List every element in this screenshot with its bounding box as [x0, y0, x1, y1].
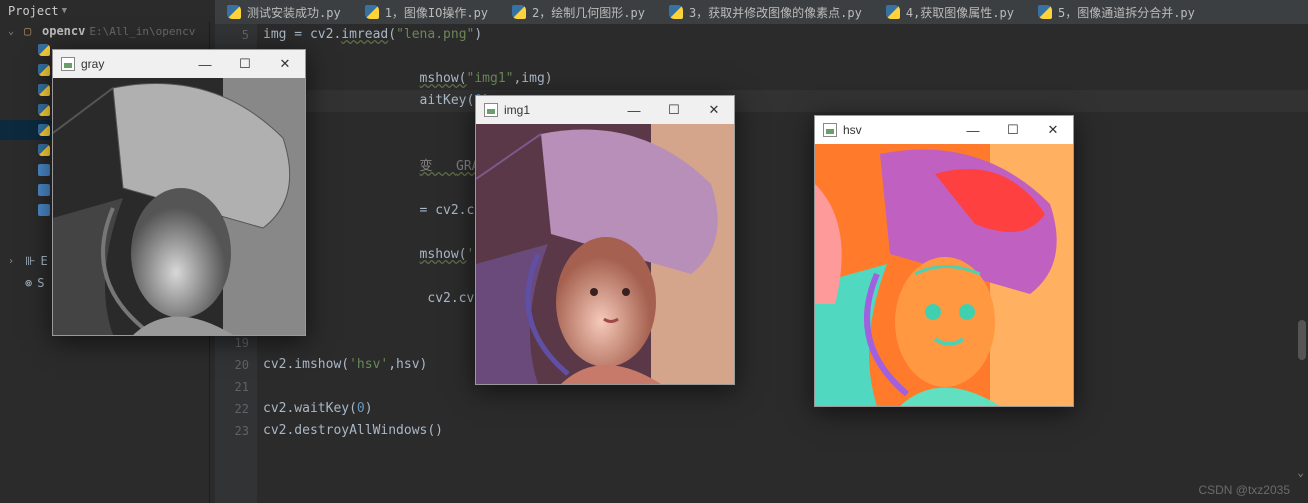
- code-line: [263, 266, 1308, 288]
- sidebar-folder-opencv[interactable]: ⌄ ▢ opencv E:\All_in\opencv: [0, 22, 209, 40]
- tab-label: 1，图像IO操作.py: [385, 4, 488, 21]
- code-line: mshow('gray',gray): [263, 244, 1308, 266]
- image-canvas-gray: [53, 78, 305, 335]
- python-icon: [38, 124, 50, 136]
- tab-label: 5，图像通道拆分合并.py: [1058, 4, 1195, 21]
- line-number: 21: [215, 376, 249, 398]
- code-line: mshow("img1",img): [263, 68, 1308, 90]
- scratch-icon: ⊚: [25, 276, 32, 290]
- python-icon: [886, 5, 900, 19]
- chevron-right-icon: ›: [8, 256, 20, 267]
- line-number: 23: [215, 420, 249, 442]
- code-line: cv2.cvtColor(img,cv2: [263, 288, 1308, 310]
- folder-name: opencv: [42, 24, 85, 38]
- maximize-button[interactable]: ☐: [654, 96, 694, 124]
- app-icon: [61, 57, 75, 71]
- code-line: cv2.imshow('hsv',hsv): [263, 354, 1308, 376]
- tab-image-props[interactable]: 4,获取图像属性.py: [874, 1, 1026, 24]
- editor-tabs: 测试安装成功.py 1，图像IO操作.py 2，绘制几何图形.py 3，获取并修…: [215, 0, 1308, 24]
- close-button[interactable]: ✕: [694, 96, 734, 124]
- tab-draw-shapes[interactable]: 2，绘制几何图形.py: [500, 1, 657, 24]
- window-titlebar[interactable]: gray — ☐ ✕: [53, 50, 305, 78]
- minimize-button[interactable]: —: [614, 96, 654, 124]
- tab-pixel-access[interactable]: 3，获取并修改图像的像素点.py: [657, 1, 874, 24]
- code-line: cv2.destroyAllWindows(): [263, 420, 1308, 442]
- tab-label: 4,获取图像属性.py: [906, 4, 1014, 21]
- code-line: [263, 222, 1308, 244]
- code-line: [263, 376, 1308, 398]
- project-menu[interactable]: Project ▼: [0, 2, 75, 20]
- file-icon: [38, 204, 50, 216]
- line-number: 20: [215, 354, 249, 376]
- code-line: [263, 178, 1308, 200]
- chevron-down-icon: ▼: [62, 6, 67, 16]
- code-editor[interactable]: 5 19 20 21 22 23 img = cv2.imread("lena.…: [215, 24, 1308, 503]
- code-line: aitKey(0): [263, 90, 1308, 112]
- window-title: img1: [504, 103, 530, 117]
- close-button[interactable]: ✕: [1033, 116, 1073, 144]
- ext-label: E: [40, 254, 47, 268]
- code-line: = cv2.cvtColor(img,cv: [263, 200, 1308, 222]
- python-icon: [365, 5, 379, 19]
- code-line: [263, 134, 1308, 156]
- window-title: hsv: [843, 123, 862, 137]
- tab-channel-split[interactable]: 5，图像通道拆分合并.py: [1026, 1, 1207, 24]
- python-icon: [669, 5, 683, 19]
- window-controls: — ☐ ✕: [614, 96, 734, 124]
- app-icon: [823, 123, 837, 137]
- code-content[interactable]: img = cv2.imread("lena.png") mshow("img1…: [263, 24, 1308, 442]
- code-line: cv2.waitKey(0): [263, 398, 1308, 420]
- image-canvas-img1: [476, 124, 734, 384]
- project-menu-label: Project: [8, 4, 59, 18]
- tab-label: 3，获取并修改图像的像素点.py: [689, 4, 862, 21]
- folder-path: E:\All_in\opencv: [89, 25, 195, 38]
- scrollbar-thumb[interactable]: [1298, 320, 1306, 360]
- image-canvas-hsv: [815, 144, 1073, 406]
- maximize-button[interactable]: ☐: [225, 50, 265, 78]
- maximize-button[interactable]: ☐: [993, 116, 1033, 144]
- window-titlebar[interactable]: img1 — ☐ ✕: [476, 96, 734, 124]
- image-window-hsv[interactable]: hsv — ☐ ✕: [814, 115, 1074, 407]
- tab-image-io[interactable]: 1，图像IO操作.py: [353, 1, 500, 24]
- python-icon: [1038, 5, 1052, 19]
- tab-label: 测试安装成功.py: [247, 4, 341, 21]
- chevron-down-icon[interactable]: ⌄: [1297, 466, 1304, 479]
- minimize-button[interactable]: —: [185, 50, 225, 78]
- code-line: [263, 310, 1308, 332]
- python-icon: [38, 144, 50, 156]
- python-icon: [38, 64, 50, 76]
- code-line: [263, 46, 1308, 68]
- python-icon: [38, 44, 50, 56]
- sc-label: S: [37, 276, 44, 290]
- code-line: [263, 112, 1308, 134]
- window-title: gray: [81, 57, 104, 71]
- app-icon: [484, 103, 498, 117]
- file-icon: [38, 184, 50, 196]
- window-titlebar[interactable]: hsv — ☐ ✕: [815, 116, 1073, 144]
- folder-icon: ▢: [24, 24, 38, 38]
- tab-test-install[interactable]: 测试安装成功.py: [215, 1, 353, 24]
- line-number: 22: [215, 398, 249, 420]
- close-button[interactable]: ✕: [265, 50, 305, 78]
- image-window-img1[interactable]: img1 — ☐ ✕: [475, 95, 735, 385]
- window-controls: — ☐ ✕: [185, 50, 305, 78]
- minimize-button[interactable]: —: [953, 116, 993, 144]
- lib-icon: ⊪: [25, 254, 35, 268]
- python-icon: [512, 5, 526, 19]
- code-line: [263, 332, 1308, 354]
- chevron-down-icon: ⌄: [8, 26, 20, 37]
- code-line: img = cv2.imread("lena.png"): [263, 24, 1308, 46]
- code-line: 变 GRAY 和 HSV: [263, 156, 1308, 178]
- watermark-text: CSDN @txz2035: [1198, 483, 1290, 497]
- python-icon: [227, 5, 241, 19]
- file-icon: [38, 164, 50, 176]
- python-icon: [38, 84, 50, 96]
- tab-label: 2，绘制几何图形.py: [532, 4, 645, 21]
- line-number: 5: [215, 24, 249, 46]
- image-window-gray[interactable]: gray — ☐ ✕: [52, 49, 306, 336]
- window-controls: — ☐ ✕: [953, 116, 1073, 144]
- python-icon: [38, 104, 50, 116]
